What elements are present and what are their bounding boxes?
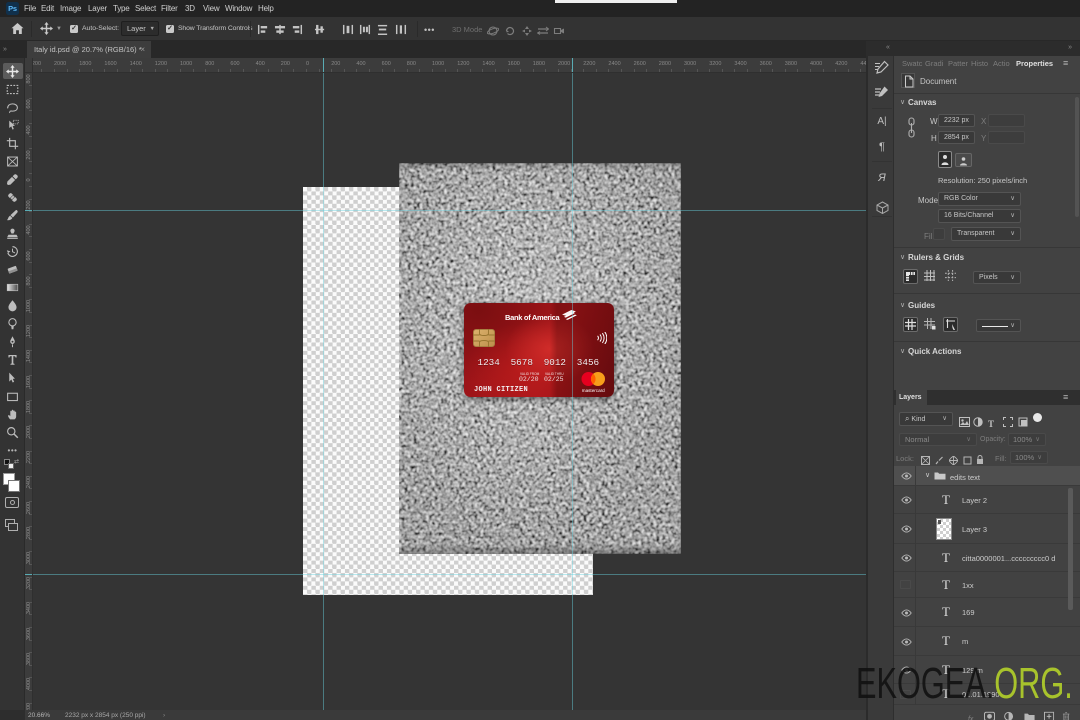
- svg-text:mastercard: mastercard: [582, 388, 605, 393]
